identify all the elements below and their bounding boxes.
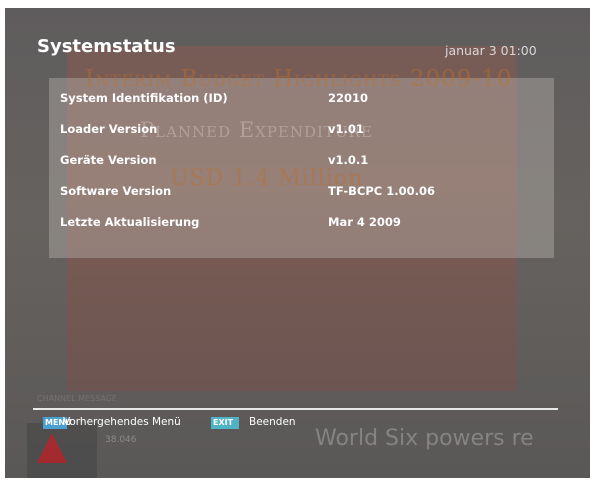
background-ticker: World Six powers re	[315, 426, 534, 451]
info-label: Software Version	[60, 184, 172, 198]
info-value: 22010	[328, 91, 369, 105]
background-logo-box	[27, 423, 97, 478]
tv-screen: Interim Budget Highlights 2009-10 Planne…	[5, 8, 590, 478]
exit-label: Beenden	[249, 416, 296, 428]
background-tag: CHANNEL MESSAGE	[37, 394, 117, 403]
info-row-system-id: System Identifikation (ID) 22010	[60, 91, 460, 111]
datetime: januar 3 01:00	[445, 43, 537, 58]
info-row-software-version: Software Version TF-BCPC 1.00.06	[60, 184, 460, 204]
info-label: Letzte Aktualisierung	[60, 215, 200, 229]
info-value: TF-BCPC 1.00.06	[328, 184, 435, 198]
info-label: System Identifikation (ID)	[60, 91, 228, 105]
previous-menu-label: Vorhergehendes Menü	[63, 416, 181, 428]
info-value: Mar 4 2009	[328, 215, 401, 229]
exit-key-badge[interactable]: EXIT	[211, 417, 239, 429]
info-label: Loader Version	[60, 122, 158, 136]
info-value: v1.0.1	[328, 153, 369, 167]
background-number: 38.046	[105, 435, 137, 445]
info-value: v1.01	[328, 122, 364, 136]
footer-divider	[33, 408, 558, 410]
info-label: Geräte Version	[60, 153, 157, 167]
page-title: Systemstatus	[37, 36, 176, 57]
info-row-last-update: Letzte Aktualisierung Mar 4 2009	[60, 215, 460, 235]
info-row-loader-version: Loader Version v1.01	[60, 122, 460, 142]
background-headline: Interim Budget Highlights 2009-10	[85, 66, 513, 92]
info-row-device-version: Geräte Version v1.0.1	[60, 153, 460, 173]
